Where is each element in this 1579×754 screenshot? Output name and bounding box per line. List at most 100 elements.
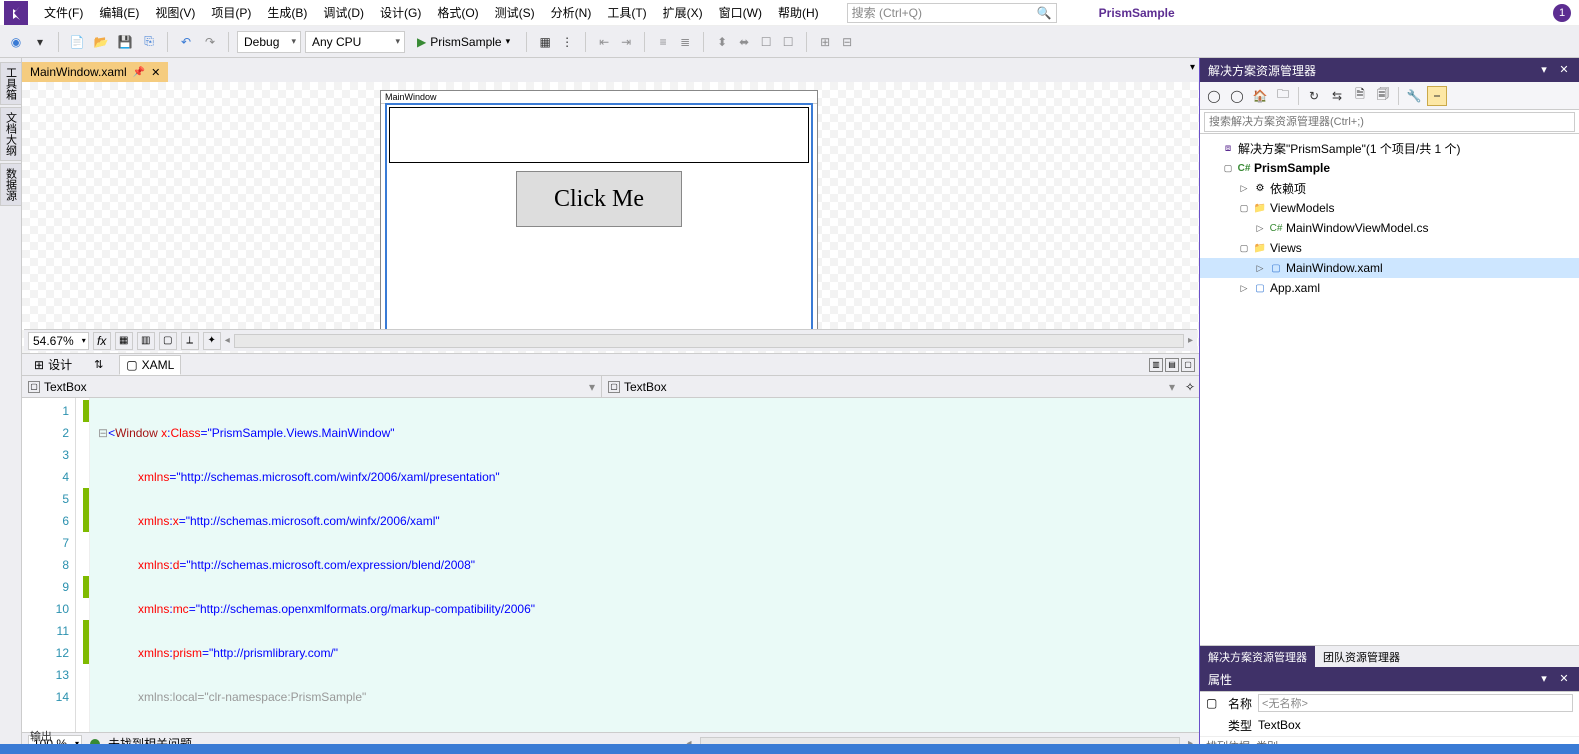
line-gutter: 1234567 891011121314	[22, 398, 76, 732]
team-explorer-tab[interactable]: 团队资源管理器	[1315, 646, 1408, 667]
notification-badge[interactable]: 1	[1553, 4, 1571, 22]
output-tab[interactable]: 输出	[30, 728, 52, 744]
menu-help[interactable]: 帮助(H)	[770, 1, 827, 24]
menu-tools[interactable]: 工具(T)	[599, 1, 654, 24]
design-selection[interactable]: Click Me	[385, 103, 813, 333]
menu-analyze[interactable]: 分析(N)	[543, 1, 600, 24]
views-folder[interactable]: ▢📁Views	[1200, 238, 1579, 258]
collapse-pane-button[interactable]: ▢	[1181, 358, 1195, 372]
mainwindow-xaml-node[interactable]: ▷▢MainWindow.xaml	[1200, 258, 1579, 278]
start-debug-button[interactable]: ▶PrismSample▾	[409, 31, 518, 53]
align-1: ≡	[653, 32, 673, 52]
layout-2: ⬌	[734, 32, 754, 52]
show-all-button[interactable]: 🗎	[1350, 86, 1370, 106]
solution-tree[interactable]: ⧈解决方案"PrismSample"(1 个项目/共 1 个) ▢C#Prism…	[1200, 134, 1579, 645]
grid-2: ⊟	[837, 32, 857, 52]
sync-button[interactable]: 🗀	[1273, 86, 1293, 106]
tool-btn-1[interactable]: ▦	[535, 32, 555, 52]
zoom-combo[interactable]: 54.67%	[28, 332, 89, 350]
design-textbox[interactable]	[389, 107, 809, 163]
fx-button[interactable]: fx	[93, 332, 111, 350]
design-window[interactable]: MainWindow Click Me	[380, 90, 818, 338]
deps-node[interactable]: ▷⚙依赖项	[1200, 178, 1579, 198]
grid-view-3[interactable]: ▢	[159, 332, 177, 350]
props-close-button[interactable]: ✕	[1557, 672, 1571, 686]
menu-edit[interactable]: 编辑(E)	[91, 1, 147, 24]
designer-hscroll[interactable]	[234, 334, 1184, 348]
expand-button[interactable]: ✧	[1181, 380, 1199, 394]
menu-window[interactable]: 窗口(W)	[711, 1, 770, 24]
panel-close-button[interactable]: ✕	[1557, 63, 1571, 77]
menu-format[interactable]: 格式(O)	[429, 1, 486, 24]
grid-view-2[interactable]: ▥	[137, 332, 155, 350]
menu-file[interactable]: 文件(F)	[36, 1, 91, 24]
menu-build[interactable]: 生成(B)	[259, 1, 315, 24]
undo-button[interactable]: ↶	[176, 32, 196, 52]
open-button[interactable]: 📂	[91, 32, 111, 52]
design-tab[interactable]: ⊞设计	[28, 354, 78, 375]
designer-status-bar: 54.67% fx ▦ ▥ ▢ ⟂ ✦ ◂ ▸	[24, 329, 1197, 351]
xaml-tab[interactable]: ▢XAML	[119, 355, 181, 375]
redo-button[interactable]: ↷	[200, 32, 220, 52]
tool-btn-2[interactable]: ⋮	[557, 32, 577, 52]
data-sources-tab[interactable]: 数据源	[0, 163, 22, 206]
file-tab-mainwindow[interactable]: MainWindow.xaml 📌 ✕	[22, 62, 168, 82]
project-node[interactable]: ▢C#PrismSample	[1200, 158, 1579, 178]
preview-button[interactable]: ⎯	[1427, 86, 1447, 106]
split-h-button[interactable]: ▥	[1149, 358, 1163, 372]
platform-combo[interactable]: Any CPU	[305, 31, 405, 53]
indent-left-button: ⇤	[594, 32, 614, 52]
breadcrumb-right[interactable]: TextBox	[624, 380, 667, 394]
designer-pane[interactable]: MainWindow Click Me 54.67% fx ▦ ▥ ▢ ⟂ ✦ …	[22, 82, 1199, 354]
solution-explorer-tab[interactable]: 解决方案资源管理器	[1200, 646, 1315, 667]
app-xaml-node[interactable]: ▷▢App.xaml	[1200, 278, 1579, 298]
back-button[interactable]: ◉	[6, 32, 26, 52]
menu-test[interactable]: 测试(S)	[487, 1, 543, 24]
swap-panes-button[interactable]: ⇅	[88, 356, 109, 373]
design-button[interactable]: Click Me	[516, 171, 682, 227]
nav-fwd-button[interactable]: ◯	[1227, 86, 1247, 106]
panel-dropdown-button[interactable]: ▾	[1537, 63, 1551, 77]
save-button[interactable]: 💾	[115, 32, 135, 52]
code-text[interactable]: ⊟<Window x:Class="PrismSample.Views.Main…	[90, 398, 1199, 732]
tab-dropdown-button[interactable]: ▾	[1190, 62, 1195, 73]
properties-button[interactable]: 🗐	[1373, 86, 1393, 106]
change-marks	[76, 398, 90, 732]
global-search-input[interactable]: 搜索 (Ctrl+Q) 🔍	[847, 3, 1057, 23]
toolbox-tab[interactable]: 工具箱	[0, 62, 22, 105]
vm-file-node[interactable]: ▷C#MainWindowViewModel.cs	[1200, 218, 1579, 238]
forward-button[interactable]: ▾	[30, 32, 50, 52]
csharp-file-icon: C#	[1269, 221, 1283, 235]
csharp-project-icon: C#	[1237, 161, 1251, 175]
menu-extensions[interactable]: 扩展(X)	[655, 1, 711, 24]
wrench-button[interactable]: 🔧	[1404, 86, 1424, 106]
menu-debug[interactable]: 调试(D)	[315, 1, 372, 24]
menu-view[interactable]: 视图(V)	[147, 1, 203, 24]
code-editor[interactable]: 1234567 891011121314 ⊟<Window x:Class="P…	[22, 398, 1199, 732]
breadcrumb-row: ▢ TextBox ▾ ▢ TextBox ▾ ✧	[22, 376, 1199, 398]
app-title: PrismSample	[1087, 2, 1187, 24]
snap-button[interactable]: ⟂	[181, 332, 199, 350]
solution-node[interactable]: ⧈解决方案"PrismSample"(1 个项目/共 1 个)	[1200, 138, 1579, 158]
props-dropdown-button[interactable]: ▾	[1537, 672, 1551, 686]
prop-name-input[interactable]	[1258, 694, 1573, 712]
menu-project[interactable]: 项目(P)	[203, 1, 259, 24]
menu-design[interactable]: 设计(G)	[372, 1, 429, 24]
save-all-button[interactable]: ⎘	[139, 32, 159, 52]
config-combo[interactable]: Debug	[237, 31, 301, 53]
effects-button[interactable]: ✦	[203, 332, 221, 350]
folder-icon: 📁	[1253, 241, 1267, 255]
home-button[interactable]: 🏠	[1250, 86, 1270, 106]
close-tab-button[interactable]: ✕	[151, 66, 160, 79]
doc-outline-tab[interactable]: 文档大纲	[0, 107, 22, 161]
split-v-button[interactable]: ▤	[1165, 358, 1179, 372]
grid-view-1[interactable]: ▦	[115, 332, 133, 350]
solution-search-input[interactable]	[1204, 112, 1575, 132]
new-project-button[interactable]: 📄	[67, 32, 87, 52]
refresh-button[interactable]: ↻	[1304, 86, 1324, 106]
collapse-button[interactable]: ⇆	[1327, 86, 1347, 106]
viewmodels-folder[interactable]: ▢📁ViewModels	[1200, 198, 1579, 218]
pin-icon[interactable]: 📌	[133, 67, 145, 78]
nav-back-button[interactable]: ◯	[1204, 86, 1224, 106]
breadcrumb-left[interactable]: TextBox	[44, 380, 87, 394]
